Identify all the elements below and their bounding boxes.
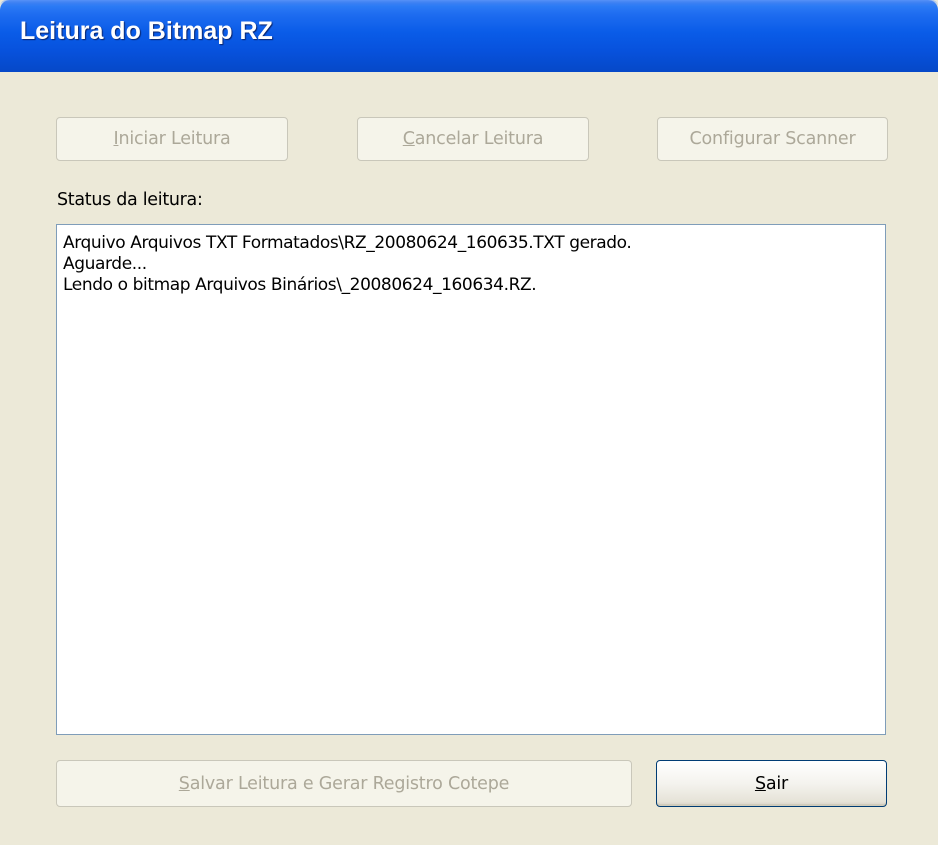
cancelar-label: ancelar Leitura (414, 129, 544, 149)
cancelar-mnemonic: C (402, 129, 415, 149)
window-title: Leitura do Bitmap RZ (20, 17, 273, 45)
iniciar-leitura-button[interactable]: Iniciar Leitura (56, 117, 288, 161)
iniciar-label: niciar Leitura (118, 129, 231, 149)
salvar-leitura-button[interactable]: Salvar Leitura e Gerar Registro Cotepe (56, 760, 632, 807)
status-label: Status da leitura: (57, 190, 203, 210)
configurar-label: Configurar Scanner (689, 129, 856, 149)
salvar-mnemonic: S (178, 773, 190, 794)
log-line: Aguarde... (63, 254, 147, 274)
salvar-label: alvar Leitura e Gerar Registro Cotepe (189, 773, 510, 794)
log-line: Lendo o bitmap Arquivos Binários\_200806… (63, 275, 537, 295)
sair-mnemonic: S (754, 773, 766, 794)
status-log-textarea[interactable]: Arquivo Arquivos TXT Formatados\RZ_20080… (56, 224, 886, 735)
configurar-scanner-button[interactable]: Configurar Scanner (657, 117, 888, 161)
cancelar-leitura-button[interactable]: Cancelar Leitura (357, 117, 589, 161)
sair-label: air (765, 773, 789, 794)
sair-button[interactable]: Sair (656, 760, 887, 807)
dialog-window: Leitura do Bitmap RZ Iniciar Leitura Can… (0, 0, 938, 845)
log-line: Arquivo Arquivos TXT Formatados\RZ_20080… (63, 233, 632, 253)
title-bar[interactable]: Leitura do Bitmap RZ (0, 0, 938, 72)
